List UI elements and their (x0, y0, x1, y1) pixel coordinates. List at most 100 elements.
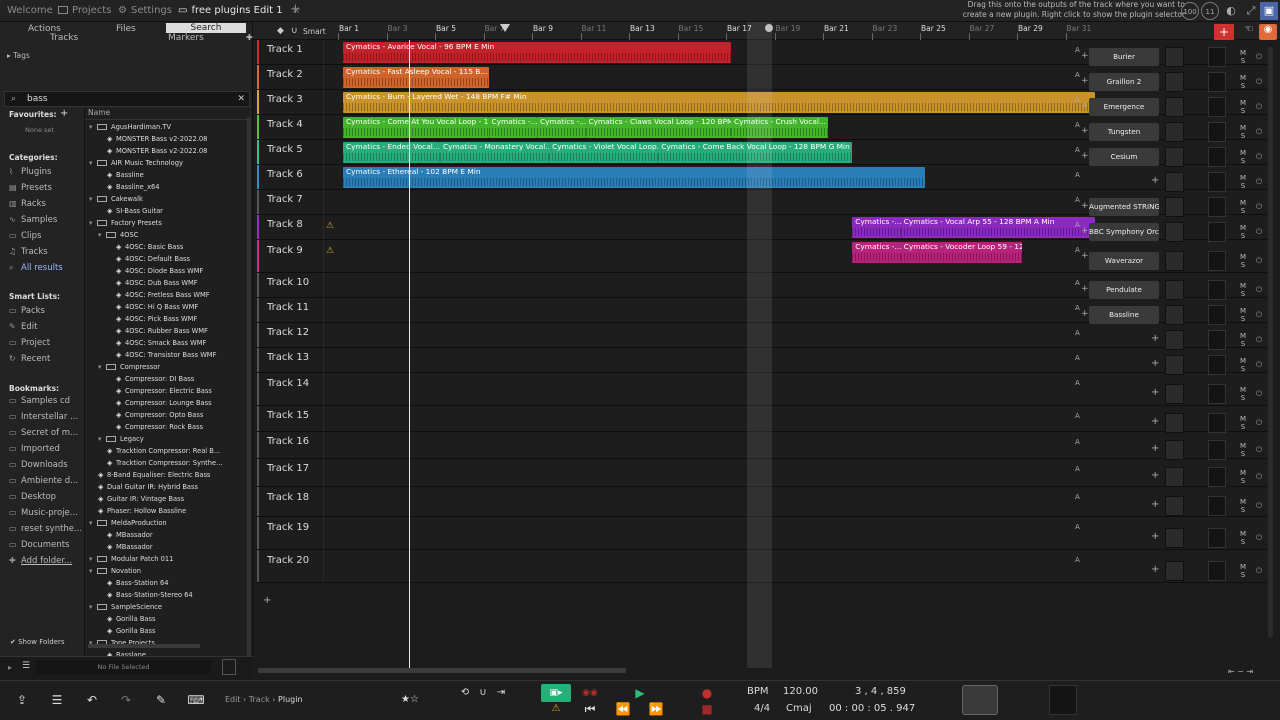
audio-clip[interactable]: Cymatics - Claws Vocal Loop - 120 BPM ..… (585, 117, 731, 138)
audio-clip[interactable]: Cymatics -... (852, 217, 901, 238)
tab-search[interactable]: Search (166, 23, 246, 33)
tree-item[interactable]: ◈ Gorilla Bass (107, 625, 155, 637)
add-plugin-icon[interactable]: + (1151, 387, 1159, 398)
key-signature[interactable]: Cmaj (786, 703, 812, 714)
tree-item[interactable]: ◈ Gorilla Bass (107, 613, 155, 625)
volume-fader[interactable] (1165, 496, 1184, 516)
audio-clip[interactable]: Cymatics - Violet Vocal Loop... (549, 142, 659, 163)
audio-clip[interactable]: Cymatics - Avarice Vocal - 96 BPM E Min (343, 42, 731, 63)
track-name[interactable]: Track 6 (261, 168, 341, 192)
tree-item[interactable]: ◈ 4OSC: Diode Bass WMF (116, 265, 203, 277)
track-name[interactable]: Track 15 (261, 409, 341, 433)
automation-icon[interactable]: A (1075, 329, 1080, 337)
bookmark-item[interactable]: ▭ Ambiente d... (9, 476, 78, 486)
add-plugin-icon[interactable]: + (1151, 333, 1159, 344)
tab-welcome[interactable]: Welcome (7, 3, 53, 19)
category-samples[interactable]: ∿ Samples (9, 215, 57, 225)
automation-icon[interactable]: A (1075, 246, 1080, 254)
expand-arrow-icon[interactable]: ▾ (98, 433, 106, 445)
bookmark-item[interactable]: ▭ Samples cd (9, 396, 70, 406)
category-clips[interactable]: ▭ Clips (9, 231, 41, 241)
tab-files[interactable]: Files (116, 24, 136, 34)
automation-icon[interactable]: A (1075, 121, 1080, 129)
add-plugin-icon[interactable]: + (1151, 416, 1159, 427)
add-favourite-icon[interactable]: + (60, 108, 68, 119)
output-icon[interactable]: ⏻ (1253, 471, 1265, 483)
tree-scrollbar[interactable] (247, 117, 251, 662)
audio-clip[interactable]: Cymatics - Crush Vocal... (731, 117, 828, 138)
add-plugin-icon[interactable]: + (1081, 51, 1089, 61)
tags-toggle[interactable]: ▸ Tags (7, 51, 30, 60)
audio-clip[interactable]: Cymatics -... (488, 117, 537, 138)
tree-item[interactable]: ◈ Phaser: Hollow Bassline (98, 505, 186, 517)
plugin-slot[interactable]: Graillon 2 (1089, 72, 1159, 91)
keyboard-icon[interactable]: ⌨ (186, 691, 206, 709)
track-name[interactable]: Track 16 (261, 435, 341, 459)
expand-icon[interactable]: ⤢ (1242, 2, 1260, 20)
audio-clip[interactable]: Cymatics - Ethereal - 102 BPM E Min (343, 167, 925, 188)
plugin-slot[interactable]: Emergence (1089, 97, 1159, 116)
volume-fader[interactable] (1165, 46, 1184, 67)
track-name[interactable]: Track 5 (261, 143, 341, 167)
tree-item[interactable]: ◈ Compressor: Lounge Bass (116, 397, 212, 409)
volume-fader[interactable] (1165, 221, 1184, 242)
expand-arrow-icon[interactable]: ▾ (89, 193, 97, 205)
expand-arrow-icon[interactable]: ▾ (89, 565, 97, 577)
tree-item[interactable]: ◈ 4OSC: Smack Bass WMF (116, 337, 206, 349)
mute-solo-buttons[interactable]: MS (1239, 415, 1247, 431)
add-folder-button[interactable]: ✚ Add folder... (9, 556, 72, 566)
undo-icon[interactable]: ↶ (82, 691, 102, 709)
tree-item[interactable]: ◈ SI-Bass Guitar (107, 205, 163, 217)
return-icon[interactable]: ⇥ (491, 684, 511, 702)
mute-solo-buttons[interactable]: MS (1239, 253, 1247, 269)
output-icon[interactable]: ⏻ (1253, 417, 1265, 429)
automation-icon[interactable]: A (1075, 465, 1080, 473)
tree-item[interactable]: ▾ Compressor (98, 361, 160, 373)
output-icon[interactable]: ⏻ (1253, 334, 1265, 346)
pin-icon[interactable]: ✚ (246, 33, 253, 43)
add-tab-icon[interactable]: + (290, 2, 301, 18)
output-icon[interactable]: ⏻ (1253, 176, 1265, 188)
track-name[interactable]: Track 20 (261, 554, 341, 578)
tree-item[interactable]: ◈ Compressor: Electric Bass (116, 385, 212, 397)
fast-forward-icon[interactable]: ⏩ (646, 700, 666, 718)
automation-icon[interactable]: A (1075, 304, 1080, 312)
volume-fader[interactable] (1165, 146, 1184, 167)
mute-solo-buttons[interactable]: MS (1239, 498, 1247, 514)
add-plugin-icon[interactable]: + (1081, 201, 1089, 211)
audio-clip[interactable]: Cymatics - Vocoder Loop 59 - 128 BP... (900, 242, 1022, 263)
automation-icon[interactable]: A (1075, 146, 1080, 154)
automation-icon[interactable]: A (1075, 354, 1080, 362)
horizontal-scrollbar[interactable] (258, 668, 626, 673)
automation-icon[interactable]: A (1075, 379, 1080, 387)
track-name[interactable]: Track 18 (261, 491, 341, 515)
tree-item[interactable]: ◈ Compressor: Opto Bass (116, 409, 203, 421)
stop-icon[interactable]: ■ (697, 700, 717, 718)
bookmark-item[interactable]: ▭ Downloads (9, 460, 68, 470)
mute-solo-buttons[interactable]: MS (1239, 357, 1247, 373)
output-icon[interactable]: ⏻ (1253, 126, 1265, 138)
tree-item[interactable]: ▾ SampleScience (89, 601, 162, 613)
plugin-thumbnail[interactable] (962, 685, 998, 715)
list-icon[interactable]: ☰ (22, 661, 30, 671)
category-tracks[interactable]: ♫ Tracks (9, 247, 48, 257)
loop-icon[interactable]: ⟲ (455, 684, 475, 702)
automation-icon[interactable]: A (1075, 171, 1080, 179)
add-plugin-icon[interactable]: + (1081, 226, 1089, 236)
tree-item[interactable]: ◈ MBassador (107, 541, 153, 553)
track-name[interactable]: Track 3 (261, 93, 341, 117)
audio-clip[interactable]: Cymatics - Fast Asleep Vocal - 115 B... (343, 67, 489, 88)
smart-packs[interactable]: ▭ Packs (9, 306, 45, 316)
output-icon[interactable]: ⏻ (1253, 444, 1265, 456)
expand-arrow-icon[interactable]: ▾ (89, 217, 97, 229)
plugin-slot[interactable]: Burier (1089, 47, 1159, 66)
add-plugin-icon[interactable]: + (1151, 175, 1159, 186)
plugin-slot[interactable]: BBC Symphony Orchestra (1089, 222, 1159, 241)
tree-item[interactable]: ◈ Tracktion Compressor: Real B... (107, 445, 220, 457)
volume-fader[interactable] (1165, 171, 1184, 192)
audio-clip[interactable]: Cymatics - Burn - Layered Wet - 148 BPM … (343, 92, 1095, 113)
show-folders-checkbox[interactable]: ✔ Show Folders (10, 638, 65, 646)
add-plugin-icon[interactable]: + (1081, 101, 1089, 111)
add-track-icon[interactable]: + (263, 595, 271, 606)
zoom-controls[interactable]: ⇤ − ⇥ (1228, 667, 1253, 676)
